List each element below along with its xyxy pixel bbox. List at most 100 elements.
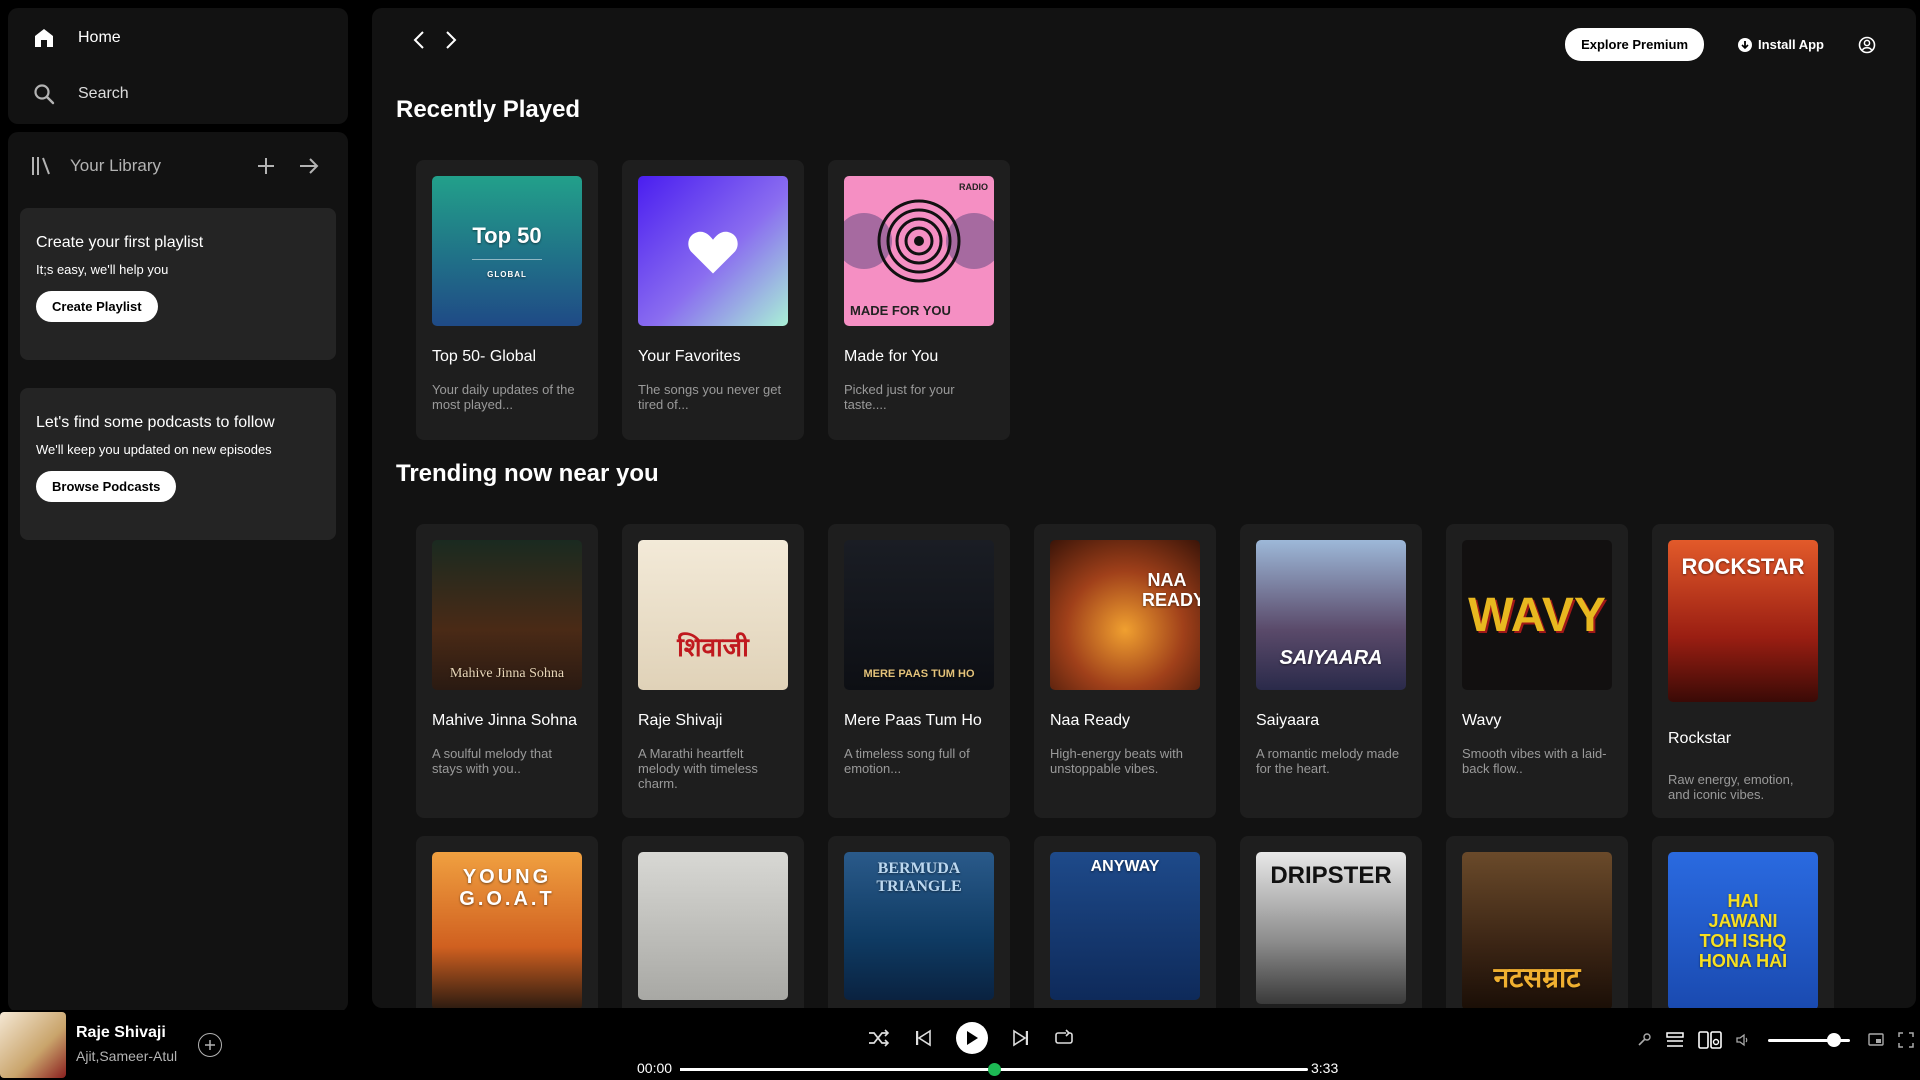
now-playing-artist[interactable]: Ajit,Sameer-Atul — [76, 1048, 177, 1064]
main-content: Explore Premium Install App Recently Pla… — [372, 8, 1916, 1008]
card-description: A timeless song full of emotion... — [844, 746, 970, 776]
vinyl-icon — [844, 199, 994, 283]
card-art: SAIYAARA — [1256, 540, 1406, 690]
nav-search-label: Search — [78, 85, 129, 102]
card-young-goat[interactable]: YOUNG G.O.A.T — [416, 836, 598, 1008]
card-natsamrat[interactable]: नटसम्राट — [1446, 836, 1628, 1008]
plus-icon — [205, 1040, 215, 1050]
repeat-icon[interactable] — [1054, 1029, 1074, 1047]
card-title: Made for You — [844, 348, 939, 365]
card-description: Raw energy, emotion, and iconic vibes. — [1668, 772, 1794, 802]
browse-podcasts-button[interactable]: Browse Podcasts — [36, 471, 177, 502]
search-icon — [32, 82, 56, 106]
now-playing-cover[interactable] — [0, 1012, 66, 1078]
now-playing-title[interactable]: Raje Shivaji — [76, 1024, 166, 1042]
card-art: नटसम्राट — [1462, 852, 1612, 1008]
card-title: Saiyaara — [1256, 712, 1320, 729]
card-favorites[interactable]: Your Favorites The songs you never get t… — [622, 160, 804, 440]
card-dripster[interactable]: DRIPSTER — [1240, 836, 1422, 1008]
volume-slider[interactable] — [1768, 1032, 1850, 1047]
shuffle-icon[interactable] — [868, 1029, 890, 1047]
card-top50[interactable]: Top 50 GLOBAL Top 50- Global Your daily … — [416, 160, 598, 440]
art-title: Top 50 — [472, 223, 542, 248]
progress-bar[interactable] — [680, 1063, 1308, 1076]
install-app-button[interactable]: Install App — [1738, 37, 1824, 52]
card-art: MERE PAAS TUM HO — [844, 540, 994, 690]
volume-handle[interactable] — [1826, 1032, 1841, 1047]
nav-home[interactable]: Home — [32, 26, 121, 50]
nav-home-label: Home — [78, 29, 121, 46]
arrow-right-icon[interactable] — [298, 156, 320, 176]
back-icon[interactable] — [412, 30, 426, 50]
miniplayer-icon[interactable] — [1868, 1033, 1884, 1047]
sidebar-nav: Home Search — [8, 8, 348, 124]
card-art: ROCKSTAR — [1668, 540, 1818, 702]
card-description: A Marathi heartfelt melody with timeless… — [638, 746, 758, 791]
card-anyway[interactable]: ANYWAY — [1034, 836, 1216, 1008]
progress-handle[interactable] — [988, 1063, 1001, 1076]
podcast-promo-title: Let's find some podcasts to follow — [36, 414, 275, 431]
library-icon[interactable] — [30, 155, 52, 177]
plus-icon[interactable] — [256, 156, 276, 176]
progress-fill — [680, 1068, 994, 1071]
nav-search[interactable]: Search — [32, 82, 129, 106]
card-art: DRIPSTER — [1256, 852, 1406, 1004]
card-description: The songs you never get tired of... — [638, 382, 782, 412]
player-bar: Raje Shivaji Ajit,Sameer-Atul 00:00 3:33 — [0, 1010, 1920, 1080]
card-art: RADIO MADE FOR YOU — [844, 176, 994, 326]
card-art — [638, 852, 788, 1000]
art-title: NAA READY — [1142, 570, 1200, 610]
add-to-library-button[interactable] — [198, 1033, 222, 1057]
card-art: BERMUDA TRIANGLE — [844, 852, 994, 1000]
explore-premium-button[interactable]: Explore Premium — [1565, 28, 1705, 61]
section-title-trending: Trending now near you — [396, 460, 659, 487]
forward-icon[interactable] — [444, 30, 458, 50]
card-title: Wavy — [1462, 712, 1502, 729]
card-made-for-you[interactable]: RADIO MADE FOR YOU Made for You Picked j… — [828, 160, 1010, 440]
topbar: Explore Premium Install App — [372, 8, 1916, 72]
card-raje-shivaji[interactable]: शिवाजी Raje Shivaji A Marathi heartfelt … — [622, 524, 804, 818]
card-description: Your daily updates of the most played... — [432, 382, 575, 412]
mic-icon[interactable] — [1636, 1032, 1652, 1048]
art-title: SAIYAARA — [1279, 647, 1383, 669]
card-title: Rockstar — [1668, 730, 1732, 747]
card-mahive-jinna-sohna[interactable]: Mahive Jinna Sohna Mahive Jinna Sohna A … — [416, 524, 598, 818]
card-description: A soulful melody that stays with you.. — [432, 746, 552, 776]
card-art: शिवाजी — [638, 540, 788, 690]
card-bermuda-triangle[interactable]: BERMUDA TRIANGLE — [828, 836, 1010, 1008]
previous-icon[interactable] — [914, 1029, 932, 1047]
card-art: ANYWAY — [1050, 852, 1200, 1000]
section-title-recent: Recently Played — [396, 96, 581, 123]
card-mere-paas-tum-ho[interactable]: MERE PAAS TUM HO Mere Paas Tum Ho A time… — [828, 524, 1010, 818]
queue-icon[interactable] — [1666, 1031, 1684, 1049]
card-description: High-energy beats with unstoppable vibes… — [1050, 746, 1183, 776]
card-rockstar[interactable]: ROCKSTAR Rockstar Raw energy, emotion, a… — [1652, 524, 1834, 818]
create-playlist-button[interactable]: Create Playlist — [36, 291, 158, 322]
total-time: 3:33 — [1311, 1060, 1339, 1076]
art-title: DRIPSTER — [1270, 862, 1392, 889]
library-header: Your Library — [30, 150, 320, 182]
art-subtitle: GLOBAL — [487, 270, 527, 279]
card-hai-jawani[interactable]: HAI JAWANI TOH ISHQ HONA HAI — [1652, 836, 1834, 1008]
card-album-house[interactable] — [622, 836, 804, 1008]
card-wavy[interactable]: WAVY Wavy Smooth vibes with a laid-back … — [1446, 524, 1628, 818]
art-title: MERE PAAS TUM HO — [863, 668, 975, 680]
card-title: Mere Paas Tum Ho — [844, 712, 982, 729]
library-title[interactable]: Your Library — [70, 156, 161, 176]
connect-device-icon[interactable] — [1698, 1030, 1722, 1050]
card-naa-ready[interactable]: NAA READY Naa Ready High-energy beats wi… — [1034, 524, 1216, 818]
card-description: A romantic melody made for the heart. — [1256, 746, 1400, 776]
download-icon — [1738, 37, 1753, 52]
user-icon[interactable] — [1858, 36, 1876, 54]
fullscreen-icon[interactable] — [1898, 1032, 1914, 1048]
podcast-promo: Let's find some podcasts to follow We'll… — [20, 388, 336, 540]
card-saiyaara[interactable]: SAIYAARA Saiyaara A romantic melody made… — [1240, 524, 1422, 818]
extra-controls — [1636, 1030, 1914, 1050]
play-button[interactable] — [956, 1022, 988, 1054]
playlist-promo-subtitle: It;s easy, we'll help you — [36, 262, 169, 277]
heart-icon — [686, 226, 740, 276]
art-title: शिवाजी — [677, 632, 749, 662]
volume-icon[interactable] — [1736, 1033, 1750, 1047]
card-art: HAI JAWANI TOH ISHQ HONA HAI — [1668, 852, 1818, 1008]
next-icon[interactable] — [1012, 1029, 1030, 1047]
